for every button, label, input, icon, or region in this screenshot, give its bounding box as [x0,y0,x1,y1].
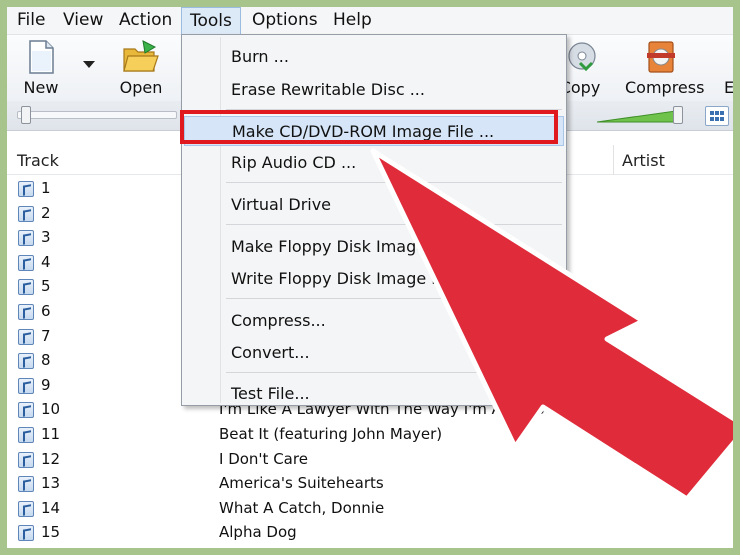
application-window: File View Action Tools Options Help New [7,7,733,548]
annotation-arrow-icon [370,148,733,502]
